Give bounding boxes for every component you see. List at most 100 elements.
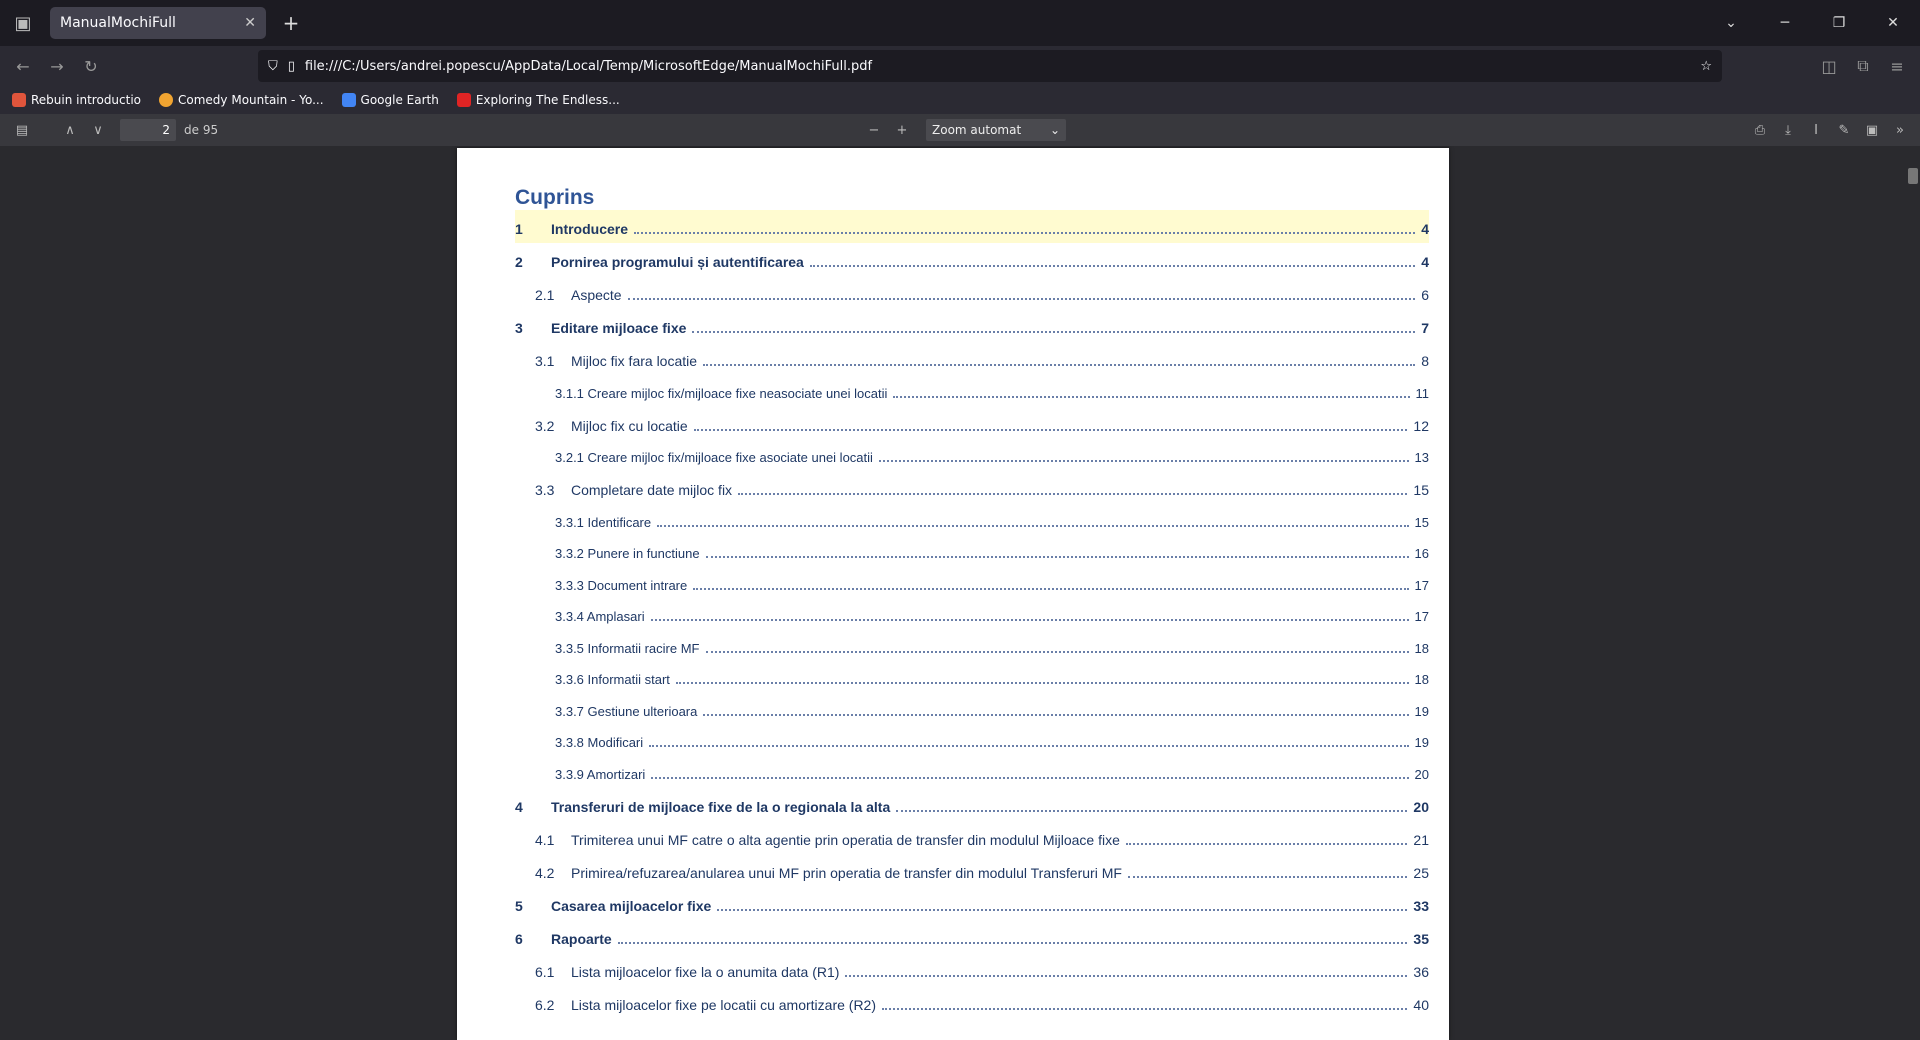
menu-icon[interactable]: ≡ [1880, 50, 1914, 82]
toc-entry-number: 6 [515, 930, 523, 947]
tools-menu-icon[interactable]: » [1886, 118, 1914, 142]
toc-entry-title: 3.3.7 Gestiune ulterioara [555, 703, 698, 719]
toc-entry[interactable]: 1 Introducere 4 [515, 210, 1429, 243]
bookmark-item[interactable]: Rebuin introductio [12, 93, 141, 107]
image-tool-icon[interactable]: ▣ [1858, 118, 1886, 142]
zoom-out-icon[interactable]: − [860, 118, 888, 142]
toc-entry-title: Aspecte [571, 287, 622, 303]
toc-entry-page: 25 [1413, 864, 1429, 881]
scrollbar-thumb[interactable] [1908, 168, 1918, 184]
minimize-button[interactable]: ─ [1758, 0, 1812, 46]
toc-entry-title: 3.3.4 Amplasari [555, 609, 645, 624]
close-tab-icon[interactable]: ✕ [244, 15, 256, 31]
back-button[interactable]: ← [6, 50, 40, 82]
bookmark-favicon [159, 93, 174, 107]
toc-entry-title: Introducere [551, 221, 629, 237]
previous-page-icon[interactable]: ∧ [56, 118, 84, 142]
window-controls: ⌄ ─ ❐ ✕ [1704, 0, 1920, 46]
zoom-select[interactable]: Zoom automat ⌄ [926, 119, 1066, 141]
toc-entry-page: 15 [1413, 482, 1429, 498]
toc-title: Cuprins [515, 186, 595, 209]
toc-entry[interactable]: 3.3.3 Document intrare 17 [515, 567, 1429, 599]
firefox-view-icon[interactable]: ▣ [0, 0, 46, 46]
nav-bar: ← → ↻ ⛉ ▯ file:///C:/Users/andrei.popesc… [0, 46, 1920, 86]
draw-tool-icon[interactable]: ✎ [1830, 118, 1858, 142]
bookmark-favicon [341, 93, 356, 107]
bookmark-star-icon[interactable]: ☆ [1700, 59, 1712, 74]
close-window-button[interactable]: ✕ [1866, 0, 1920, 46]
reload-button[interactable]: ↻ [74, 50, 108, 82]
toc-entry[interactable]: 3.3.4 Amplasari 17 [515, 599, 1429, 631]
toc-entry-number: 3.2 [535, 417, 555, 434]
toc-entry[interactable]: 4.1 Trimiterea unui MF catre o alta agent… [515, 821, 1429, 854]
toc-dot-leader [693, 587, 1409, 590]
toc-entry-page: 4 [1421, 254, 1429, 270]
new-tab-button[interactable]: + [274, 6, 308, 40]
toc-entry-title: Transferuri de mijloace fixe de la o reg… [551, 798, 891, 815]
maximize-button[interactable]: ❐ [1812, 0, 1866, 46]
list-tabs-icon[interactable]: ⌄ [1704, 0, 1758, 46]
toc-entry[interactable]: 5 Casarea mijloacelor fixe 33 [515, 887, 1429, 920]
toc-entry[interactable]: 3.1 Mijloc fix fara locatie 8 [515, 342, 1429, 375]
toc-entry[interactable]: 3.3.6 Informatii start 18 [515, 662, 1429, 694]
toc-entry[interactable]: 2 Pornirea programului și autentificarea 4 [515, 243, 1429, 276]
sidebar-toggle-icon[interactable]: ▤ [8, 118, 36, 142]
toc-entry[interactable]: 4 Transferuri de mijloace fixe de la o re… [515, 788, 1429, 821]
text-tool-icon[interactable]: Ⅰ [1802, 118, 1830, 142]
toc-entry-page: 4 [1421, 221, 1429, 237]
toc-entry[interactable]: 3.3.2 Punere in functiune 16 [515, 536, 1429, 568]
toc-entry-number: 1 [515, 221, 523, 237]
pdf-page: Cuprins 1 Introducere 4 2 Pornirea programul… [457, 148, 1449, 1040]
toc-entry-title: Lista mijloacelor fixe pe locatii cu amo… [571, 996, 876, 1013]
bookmark-label: Google Earth [360, 93, 439, 107]
toc-entry-page: 20 [1413, 798, 1429, 815]
toc-dot-leader [882, 1007, 1408, 1010]
tab-active[interactable]: ManualMochiFull ✕ [50, 7, 266, 39]
toc-entry[interactable]: 2.1 Aspecte 6 [515, 276, 1429, 309]
toc-entry[interactable]: 3.2 Mijloc fix cu locatie 12 [515, 407, 1429, 440]
toc-entry[interactable]: 6.2 Lista mijloacelor fixe pe locatii cu … [515, 986, 1429, 1019]
toc-entry[interactable]: 3.3 Completare date mijloc fix 15 [515, 471, 1429, 504]
bookmark-item[interactable]: Google Earth [341, 93, 439, 107]
toc-entry-number: 4.1 [535, 831, 555, 848]
toc-entry-number: 4 [515, 798, 523, 815]
toc-entry[interactable]: 3.3.9 Amortizari 20 [515, 756, 1429, 788]
next-page-icon[interactable]: ∨ [84, 118, 112, 142]
print-icon[interactable]: ⎙ [1746, 118, 1774, 142]
toc-dot-leader [627, 298, 1416, 300]
save-icon[interactable]: ⤓ [1774, 118, 1802, 142]
toc-entry[interactable]: 3 Editare mijloace fixe 7 [515, 309, 1429, 342]
chevron-down-icon: ⌄ [1049, 123, 1060, 137]
toc-entry[interactable]: 3.1.1 Creare mijloc fix/mijloace fixe ne… [515, 375, 1429, 407]
bookmark-item[interactable]: Comedy Mountain - Yo... [159, 93, 324, 107]
bookmark-item[interactable]: Exploring The Endless... [456, 93, 620, 107]
address-bar[interactable]: ⛉ ▯ file:///C:/Users/andrei.popescu/AppD… [257, 50, 1723, 82]
pdf-viewer[interactable]: Cuprins 1 Introducere 4 2 Pornirea programul… [0, 146, 1920, 1040]
toc-entry[interactable]: 3.3.8 Modificari 19 [515, 725, 1429, 757]
toc-entry-title: 3.3.8 Modificari [555, 735, 644, 750]
zoom-in-icon[interactable]: + [888, 118, 916, 142]
toc-entry[interactable]: 6.1 Lista mijloacelor fixe la o anumita d… [515, 953, 1429, 986]
pocket-icon[interactable]: ◫ [1812, 50, 1846, 82]
toc-entry[interactable]: 6 Rapoarte 35 [515, 920, 1429, 953]
forward-button[interactable]: → [40, 50, 74, 82]
extensions-icon[interactable]: ⧉ [1846, 50, 1880, 82]
toc-entry[interactable]: 3.3.7 Gestiune ulterioara 19 [515, 693, 1429, 725]
bookmark-favicon [12, 93, 26, 107]
bookmark-label: Exploring The Endless... [475, 93, 620, 107]
toc-dot-leader [845, 974, 1408, 977]
page-number-input[interactable]: 2 [120, 119, 176, 141]
toc-entry[interactable]: 3.3.5 Informatii racire MF 18 [515, 630, 1429, 662]
toc-entry[interactable]: 4.2 Primirea/refuzarea/anularea unui MF p… [515, 854, 1429, 887]
shield-icon[interactable]: ⛉ [268, 59, 278, 74]
toc-dot-leader [893, 395, 1410, 398]
toc-entry[interactable]: 3.3.1 Identificare 15 [515, 504, 1429, 536]
zoom-value: Zoom automat [932, 123, 1022, 137]
bookmarks-toolbar: Rebuin introductio Comedy Mountain - Yo.… [0, 86, 1920, 114]
toc-dot-leader [705, 650, 1409, 653]
table-of-contents: 1 Introducere 4 2 Pornirea programului și au… [515, 210, 1429, 1019]
toc-entry-title: 3.3.2 Punere in functiune [555, 546, 700, 561]
toc-dot-leader [809, 265, 1416, 267]
toc-entry[interactable]: 3.2.1 Creare mijloc fix/mijloace fixe as… [515, 440, 1429, 472]
toc-entry-title: 3.2.1 Creare mijloc fix/mijloace fixe as… [555, 450, 873, 465]
